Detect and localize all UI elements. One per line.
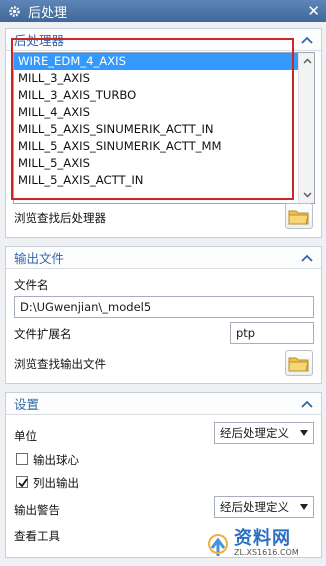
units-value: 经后处理定义 [220, 426, 289, 440]
window-title: 后处理 [28, 5, 68, 21]
list-item[interactable]: MILL_3_AXIS_TURBO [14, 87, 298, 104]
checkmark-icon [18, 478, 28, 488]
folder-icon [288, 210, 309, 225]
postprocessor-header[interactable]: 后处理器 [6, 29, 321, 51]
collapse-caret-icon[interactable] [301, 253, 313, 263]
settings-header[interactable]: 设置 [6, 393, 321, 415]
warnings-dropdown[interactable]: 经后处理定义 [214, 496, 314, 518]
list-scrollbar[interactable] [298, 53, 314, 203]
browse-output-label: 浏览查找输出文件 [14, 357, 106, 371]
watermark-text: 资料网 [234, 528, 291, 549]
list-item[interactable]: MILL_3_AXIS [14, 70, 298, 87]
browse-postprocessor-button[interactable] [285, 203, 313, 229]
output-ball-checkbox[interactable] [16, 453, 28, 465]
browse-output-button[interactable] [285, 350, 313, 376]
watermark-logo: 资料网 ZL.XS1616.COM [206, 518, 326, 566]
output-ball-label: 输出球心 [33, 453, 79, 467]
postprocessor-items: WIRE_EDM_4_AXIS MILL_3_AXIS MILL_3_AXIS_TU… [14, 53, 298, 203]
collapse-caret-icon[interactable] [301, 399, 313, 409]
chevron-down-icon [300, 504, 308, 510]
extension-label: 文件扩展名 [14, 327, 72, 341]
list-item[interactable]: WIRE_EDM_4_AXIS [14, 53, 298, 70]
warnings-label: 输出警告 [14, 503, 60, 517]
filename-label: 文件名 [14, 278, 49, 292]
close-icon[interactable]: ✕ [307, 2, 320, 20]
gear-icon[interactable] [6, 3, 22, 19]
warnings-value: 经后处理定义 [220, 500, 289, 514]
units-dropdown[interactable]: 经后处理定义 [214, 422, 314, 444]
browse-postprocessor-label: 浏览查找后处理器 [14, 211, 106, 225]
watermark-url: ZL.XS1616.COM [234, 548, 299, 557]
chevron-down-icon [300, 430, 308, 436]
filename-input[interactable]: D:\UGwenjian\_model5 [14, 296, 314, 318]
output-header-label: 输出文件 [14, 251, 65, 266]
list-item[interactable]: MILL_5_AXIS_SINUMERIK_ACTT_MM [14, 138, 298, 155]
collapse-caret-icon[interactable] [301, 35, 313, 45]
units-label: 单位 [14, 429, 37, 443]
output-header[interactable]: 输出文件 [6, 247, 321, 269]
title-bar: 后处理 ✕ [0, 0, 326, 22]
list-item[interactable]: MILL_5_AXIS [14, 155, 298, 172]
scroll-down-icon[interactable] [299, 187, 314, 203]
postprocessor-header-label: 后处理器 [14, 33, 65, 48]
scroll-up-icon[interactable] [299, 53, 314, 69]
list-item[interactable]: MILL_5_AXIS_SINUMERIK_ACTT_IN [14, 121, 298, 138]
settings-header-label: 设置 [14, 397, 40, 412]
list-output-label: 列出输出 [33, 476, 79, 490]
review-tool-label[interactable]: 查看工具 [14, 528, 60, 544]
list-item[interactable]: MILL_5_AXIS_ACTT_IN [14, 172, 298, 189]
extension-input[interactable]: ptp [230, 322, 314, 344]
list-output-checkbox[interactable] [16, 476, 28, 488]
folder-icon [288, 357, 309, 372]
list-item[interactable]: MILL_4_AXIS [14, 104, 298, 121]
postprocessor-list[interactable]: WIRE_EDM_4_AXIS MILL_3_AXIS MILL_3_AXIS_TU… [13, 52, 315, 204]
